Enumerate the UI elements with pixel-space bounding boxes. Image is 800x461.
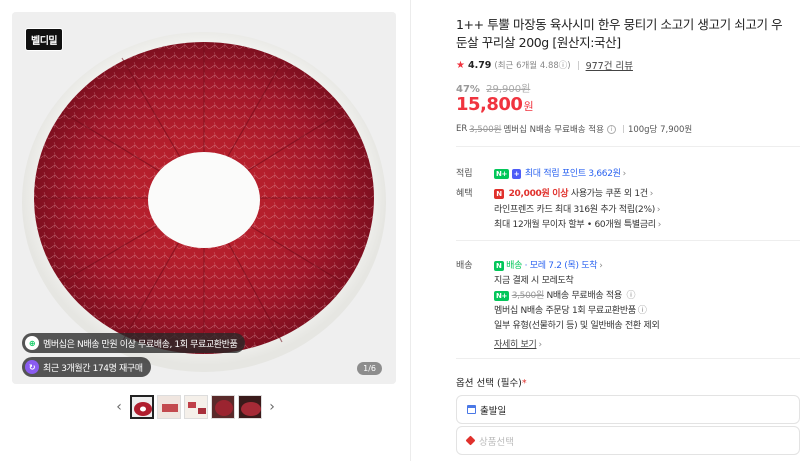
delivery-fee-strike: 3,500원 [511,291,545,301]
exchange-info: 멤버십 N배송 주문당 1회 무료교환반품 ⓘ [494,303,647,316]
unit-price: 100g당 7,900원 [627,125,693,135]
departure-date-select[interactable]: 출발일 [456,395,800,424]
star-icon: ★ [456,59,465,71]
discount-line: 47% 29,900원 [456,80,530,95]
calendar-icon [467,405,476,414]
exception-text: 일부 유형(선물하기 등) 및 일반배송 전환 제외 [494,321,660,331]
required-mark: * [521,378,527,389]
departure-date-label: 출발일 [480,405,507,417]
chevron-right-icon: › [649,189,654,199]
image-counter: 1/6 [357,362,382,375]
chevron-right-icon: › [538,340,542,350]
beef-plate-photo [12,12,396,384]
coupon-benefit[interactable]: N 20,000원 이상 사용가능 쿠폰 외 1건 › [494,186,653,199]
product-option-placeholder: 상품선택 [479,436,514,448]
tag-icon [465,435,476,446]
rating-row: ★ 4.79 (최근 6개월 4.88ⓘ) 977건 리뷰 [456,58,633,73]
rating-recent[interactable]: (최근 6개월 4.88ⓘ) [494,59,570,71]
perks-label: 혜택 [456,189,473,199]
shipping-summary: ER 3,500원 멤버십 N배송 무료배송 적용 i 100g당 7,900원 [456,123,692,135]
card-benefit[interactable]: 라인프렌즈 카드 최대 316원 추가 적립(2%) › [494,202,661,215]
delivery-free-text: N배송 무료배송 적용 [546,291,623,301]
details-link-text: 자세히 보기 [494,340,537,350]
delivery-eta-text: · 모레 7.2 (목) 도착 [524,261,598,271]
naver-plus-tag: N+ [494,290,510,301]
card-benefit-text: 라인프렌즈 카드 최대 316원 추가 적립(2%) [494,205,655,215]
product-title: 1++ 투뿔 마장동 육사시미 한우 뭉티기 소고기 생고기 쇠고기 우둔살 꾸… [456,17,783,50]
repurchase-badge: ↻ 최근 3개월간 174명 재구매 [22,357,151,377]
points-label: 적립 [456,169,473,179]
coupon-text: 사용가능 쿠폰 외 1건 [570,189,648,199]
rating-score: 4.79 [467,59,492,71]
thumbnail-strip: ‹ › [110,395,281,419]
installment-text: 최대 12개월 무이자 할부 • 60개월 특별금리 [494,220,656,230]
shipping-separator [622,125,624,133]
rating-separator [577,60,579,70]
sale-price: 15,800원 [456,94,534,115]
details-link[interactable]: 자세히 보기 › [494,337,542,350]
options-title-text: 옵션 선택 (필수) [456,378,522,389]
shipping-fee-strike: 3,500원 [469,125,502,135]
coupon-icon: N [494,188,504,199]
delivery-eta[interactable]: N 배송 · 모레 7.2 (목) 도착 › [494,258,603,271]
info-icon[interactable]: ⓘ [638,306,647,316]
installment-benefit[interactable]: 최대 12개월 무이자 할부 • 60개월 특별금리 › [494,217,661,230]
review-count-link[interactable]: 977건 리뷰 [586,58,633,72]
membership-badge-text: 멤버십은 N배송 만원 이상 무료배송, 1회 무료교환반품 [43,339,238,350]
plus-tag: + [511,168,522,179]
section-divider-2 [456,240,800,241]
chevron-right-icon: › [657,220,662,230]
product-page: 벨디밀 ⊕ 멤버십은 N배송 만원 이상 무료배송, 1회 무료교환반품 ↻ 최… [0,0,800,461]
section-divider-3 [456,358,800,359]
section-divider-1 [456,146,800,147]
exchange-text: 멤버십 N배송 주문당 1회 무료교환반품 [494,306,636,316]
points-text: 최대 적립 포인트 3,662원 [524,169,621,179]
info-icon[interactable]: i [606,124,616,134]
product-main-image[interactable]: 벨디밀 ⊕ 멤버십은 N배송 만원 이상 무료배송, 1회 무료교환반품 ↻ 최… [12,12,396,384]
price-unit: 원 [523,100,534,113]
options-title: 옵션 선택 (필수)* [456,375,527,389]
n-delivery-tag: N [494,260,504,271]
naver-plus-tag: N+ [494,168,510,179]
delivery-free: N+ 3,500원 N배송 무료배송 적용 ⓘ [494,288,635,301]
shipping-text: 멤버십 N배송 무료배송 적용 [503,125,604,135]
repurchase-badge-text: 최근 3개월간 174명 재구매 [43,363,143,374]
delivery-sub: 지금 결제 시 모레도착 [494,276,574,286]
thumbnail-1[interactable] [129,395,154,419]
info-icon[interactable]: ⓘ [626,291,635,301]
product-option-select[interactable]: 상품선택 [456,426,800,455]
repurchase-icon: ↻ [25,360,39,374]
thumbnail-3[interactable] [183,395,208,419]
membership-badge: ⊕ 멤버십은 N배송 만원 이상 무료배송, 1회 무료교환반품 [22,333,246,353]
membership-icon: ⊕ [25,336,39,350]
brand-logo: 벨디밀 [25,28,64,51]
next-arrow-icon[interactable]: › [263,399,281,415]
chevron-right-icon: › [656,205,661,215]
chevron-right-icon: › [622,169,627,179]
sale-price-value: 15,800 [456,94,523,115]
points-value[interactable]: N+ + 최대 적립 포인트 3,662원 › [494,166,626,179]
prev-arrow-icon[interactable]: ‹ [110,399,128,415]
thumbnail-2[interactable] [156,395,181,419]
thumbnail-5[interactable] [237,395,262,419]
shipping-prefix: ER [456,124,468,134]
delivery-label: 배송 [456,261,473,271]
delivery-type: 배송 [506,261,523,271]
chevron-right-icon: › [599,261,603,271]
coupon-amount: 20,000원 이상 [508,189,569,199]
thumbnail-4[interactable] [210,395,235,419]
column-divider [410,0,411,461]
